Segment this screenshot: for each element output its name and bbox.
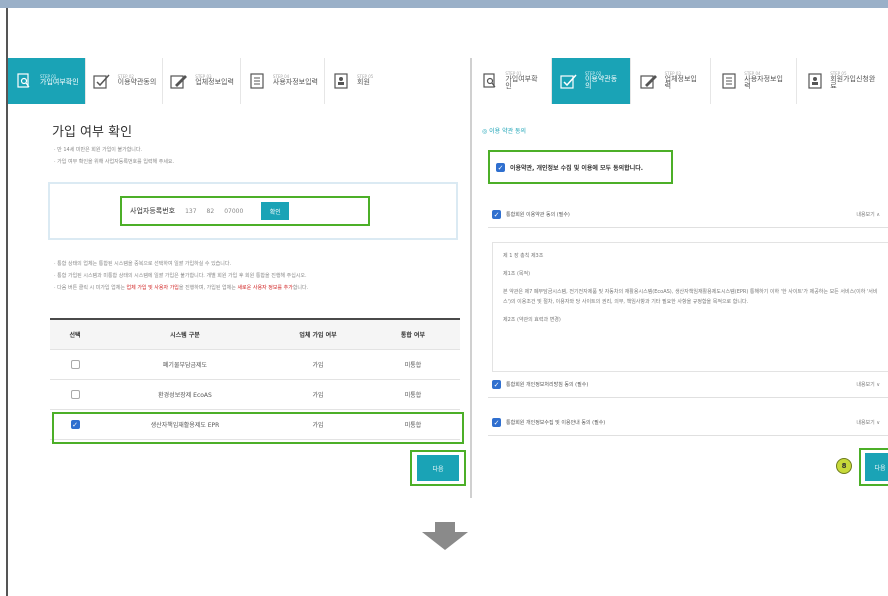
terms-checkbox[interactable]: ✓ xyxy=(492,418,501,427)
terms-accordion-1[interactable]: ✓ 통합회원 이용약관 동의 (필수) 내용보기 ∧ xyxy=(488,202,888,228)
system-name: 환경성보장제 EcoAS xyxy=(158,392,212,399)
list-icon xyxy=(719,71,738,91)
agree-all-row[interactable]: ✓ 이용약관, 개인정보 수집 및 이용에 모두 동의합니다. xyxy=(488,150,673,184)
step-1[interactable]: STEP 01 가입여부확인 xyxy=(8,58,86,104)
step-label: 사용자정보입력 xyxy=(272,78,319,87)
terms-accordion-2[interactable]: ✓ 통합회원 개인정보처리방침 동의 (필수) 내용보기 ∨ xyxy=(488,372,888,398)
terms-content-box[interactable]: 제 1 장 총칙 제3조 제1조 (목적) 본 약관은 제7 폐부담금시스템, … xyxy=(492,242,888,372)
business-number-part3[interactable]: 07000 xyxy=(224,208,243,215)
step-5[interactable]: STEP 05 회원가입신청완료 xyxy=(796,58,888,104)
section-title: ◎ 이용 약관 동의 xyxy=(482,128,527,135)
step-label: 업체정보입력 xyxy=(664,74,697,91)
id-card-icon xyxy=(805,71,824,91)
join-status: 가입 xyxy=(312,362,324,369)
next-button[interactable]: 다음 xyxy=(417,455,459,481)
terms-label: 통합회원 이용약관 동의 (필수) xyxy=(506,212,570,218)
terms-chapter: 제 1 장 총칙 제3조 xyxy=(503,253,544,259)
business-number-label: 사업자등록번호 xyxy=(130,207,176,215)
step-label: 사용자정보입력 xyxy=(744,74,783,91)
terms-label: 통합회원 개인정보처리방침 동의 (필수) xyxy=(506,382,589,388)
table-row: 폐기물부담금제도 가입 미통합 xyxy=(50,350,460,380)
step-nav: STEP 01 가입여부확인 STEP 02 이용약관동의 STEP 03 업체정보입… xyxy=(472,58,888,104)
agree-all-checkbox[interactable]: ✓ xyxy=(496,162,505,172)
terms-label: 통합회원 개인정보수집 및 이용안내 동의 (필수) xyxy=(506,420,606,426)
terms-agree-panel: STEP 01 가입여부확인 STEP 02 이용약관동의 STEP 03 업체정보입… xyxy=(470,58,888,498)
checkbox-icon xyxy=(92,71,112,91)
step-nav: STEP 01 가입여부확인 STEP 02 이용약관동의 STEP 03 업체정보입… xyxy=(8,58,380,104)
step-label: 업체정보입력 xyxy=(195,78,234,87)
step-label: 가입여부확인 xyxy=(505,74,538,91)
top-bar xyxy=(0,0,888,8)
pencil-icon xyxy=(639,71,658,91)
selected-row-highlight xyxy=(52,412,464,444)
page-title: 가입 여부 확인 xyxy=(52,125,133,140)
notice-list: · 만 14세 미만은 회원 가입이 불가합니다. · 가입 여부 확인을 위해… xyxy=(54,144,174,168)
notice-line: · 가입 여부 확인을 위해 사업자등록번호를 입력해 주세요. xyxy=(54,159,175,165)
notice-line: · 통합 가입된 시스템과 미통합 상태의 시스템에 일괄 가입은 불가합니다.… xyxy=(54,273,307,279)
list-icon xyxy=(247,71,267,91)
terms-article: 제1조 (목적) xyxy=(503,271,531,277)
table-row: 환경성보장제 EcoAS 가입 미통합 xyxy=(50,380,460,410)
row-checkbox[interactable] xyxy=(70,390,80,399)
notice-line: · 다음 버튼 클릭 시 미가입 업체는 업체 가입 및 사용자 가입을 진행하… xyxy=(54,285,309,291)
col-header: 업체 가입 여부 xyxy=(299,332,337,339)
terms-body: 본 약관은 제7 폐부담금시스템, 전기전자제품 및 자동차의 재활용시스템(E… xyxy=(503,289,878,305)
notice-line: · 통합 상태의 업체는 통합된 시스템을 중복으로 선택하여 일괄 가입하실 … xyxy=(54,261,232,267)
terms-accordion-3[interactable]: ✓ 통합회원 개인정보수집 및 이용안내 동의 (필수) 내용보기 ∨ xyxy=(488,410,888,436)
search-doc-icon xyxy=(480,71,499,91)
next-button-highlight: 다음 xyxy=(859,448,888,486)
step-label: 가입여부확인 xyxy=(40,78,79,87)
join-check-panel: STEP 01 가입여부확인 STEP 02 이용약관동의 STEP 03 업체정보입… xyxy=(8,58,466,498)
step-marker-badge: 8 xyxy=(836,458,852,474)
col-header: 통합 여부 xyxy=(400,332,426,339)
terms-checkbox[interactable]: ✓ xyxy=(492,380,501,389)
step-label: 이용약관동의 xyxy=(584,74,618,91)
business-number-box: 사업자등록번호 137 82 07000 확인 xyxy=(48,182,458,240)
step-label: 회원가입신청완료 xyxy=(830,74,876,91)
terms-checkbox[interactable]: ✓ xyxy=(492,210,501,219)
col-header: 시스템 구분 xyxy=(170,332,200,339)
notice-line: · 만 14세 미만은 회원 가입이 불가합니다. xyxy=(54,147,143,153)
view-content-toggle[interactable]: 내용보기 ∨ xyxy=(856,419,880,426)
next-button[interactable]: 다음 xyxy=(865,453,888,481)
col-header: 선택 xyxy=(69,332,81,339)
step-2[interactable]: STEP 02 이용약관동의 xyxy=(85,58,164,104)
step-3[interactable]: STEP 03 업체정보입력 xyxy=(631,58,711,104)
step-2[interactable]: STEP 02 이용약관동의 xyxy=(551,58,632,104)
business-number-part1[interactable]: 137 xyxy=(185,208,196,215)
business-number-part2[interactable]: 82 xyxy=(207,208,215,215)
business-number-row: 사업자등록번호 137 82 07000 확인 xyxy=(120,196,370,226)
terms-article: 제2조 (약관의 효력과 변경) xyxy=(503,317,561,323)
next-button-highlight: 다음 xyxy=(410,450,466,486)
checkbox-icon xyxy=(560,71,579,91)
id-card-icon xyxy=(331,71,351,91)
step-5[interactable]: STEP 05 회원 xyxy=(325,58,380,104)
table-header: 선택 시스템 구분 업체 가입 여부 통합 여부 xyxy=(50,320,460,350)
confirm-button[interactable]: 확인 xyxy=(261,202,290,220)
pencil-icon xyxy=(169,71,189,91)
step-1[interactable]: STEP 01 가입여부확인 xyxy=(472,58,552,104)
arrow-down-icon xyxy=(422,522,468,550)
agree-all-label: 이용약관, 개인정보 수집 및 이용에 모두 동의합니다. xyxy=(510,164,644,172)
merge-status: 미통합 xyxy=(404,392,422,399)
step-label: 회원 xyxy=(357,78,370,87)
step-4[interactable]: STEP 04 사용자정보입력 xyxy=(240,58,326,104)
view-content-toggle[interactable]: 내용보기 ∧ xyxy=(856,211,880,218)
system-name: 폐기물부담금제도 xyxy=(162,362,208,369)
view-content-toggle[interactable]: 내용보기 ∨ xyxy=(856,381,880,388)
notice-list-2: · 통합 상태의 업체는 통합된 시스템을 중복으로 선택하여 일괄 가입하실 … xyxy=(54,258,464,294)
search-doc-icon xyxy=(14,71,34,91)
row-checkbox[interactable] xyxy=(70,360,80,369)
step-4[interactable]: STEP 04 사용자정보입력 xyxy=(710,58,797,104)
step-label: 이용약관동의 xyxy=(117,78,157,87)
merge-status: 미통합 xyxy=(404,362,422,369)
step-3[interactable]: STEP 03 업체정보입력 xyxy=(163,58,241,104)
join-status: 가입 xyxy=(312,392,324,399)
